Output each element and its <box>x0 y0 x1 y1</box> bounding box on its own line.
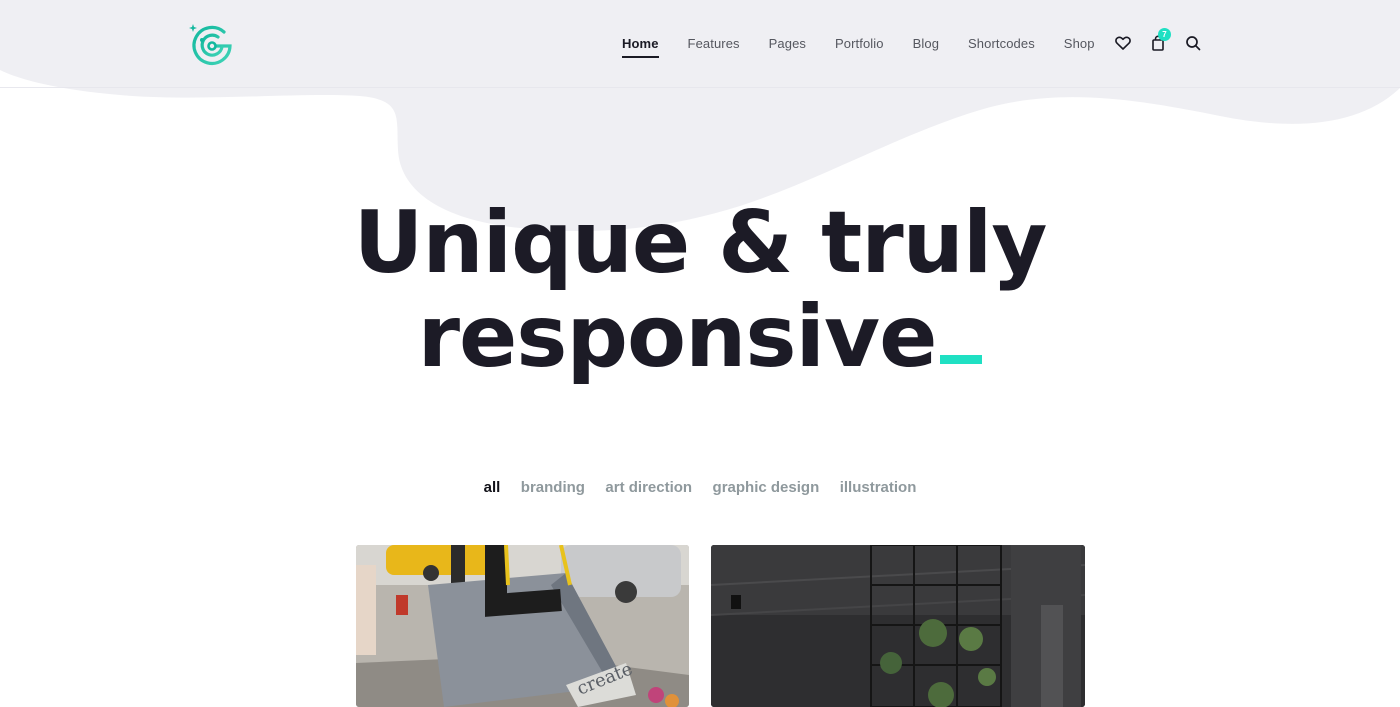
nav-item-portfolio[interactable]: Portfolio <box>835 36 884 52</box>
filter-art-direction[interactable]: art direction <box>605 479 692 496</box>
hero-line-1: Unique & truly <box>353 193 1048 293</box>
heart-icon[interactable] <box>1114 34 1132 52</box>
header-actions: 7 <box>1114 28 1219 52</box>
nav-item-shortcodes[interactable]: Shortcodes <box>968 36 1035 52</box>
logo-icon[interactable] <box>188 20 236 68</box>
nav-item-shop[interactable]: Shop <box>1064 36 1095 52</box>
main-nav: Home Features Pages Portfolio Blog Short… <box>622 36 1124 58</box>
search-icon[interactable] <box>1184 34 1202 52</box>
portfolio-item-tote-bag[interactable]: create <box>356 545 689 707</box>
filter-branding[interactable]: branding <box>521 479 585 496</box>
portfolio-filters: all branding art direction graphic desig… <box>0 479 1400 497</box>
hero-line-2-wrap: responsive <box>0 290 1400 384</box>
nav-item-blog[interactable]: Blog <box>913 36 939 52</box>
portfolio-item-interior[interactable] <box>711 545 1085 707</box>
nav-item-pages[interactable]: Pages <box>769 36 806 52</box>
filter-all[interactable]: all <box>484 479 501 496</box>
cart-count-badge: 7 <box>1158 28 1171 41</box>
filter-illustration[interactable]: illustration <box>840 479 917 496</box>
filter-graphic-design[interactable]: graphic design <box>713 479 820 496</box>
nav-item-home[interactable]: Home <box>622 36 659 58</box>
interior-photo <box>711 545 1085 707</box>
nav-item-features[interactable]: Features <box>688 36 740 52</box>
tote-bag-photo: create <box>356 545 689 707</box>
shopping-bag-icon[interactable]: 7 <box>1149 28 1171 52</box>
hero-line-2: responsive <box>417 287 938 387</box>
site-header: Home Features Pages Portfolio Blog Short… <box>0 0 1400 88</box>
hero-heading: Unique & truly responsive <box>0 196 1400 384</box>
cursor-underscore <box>940 355 983 364</box>
